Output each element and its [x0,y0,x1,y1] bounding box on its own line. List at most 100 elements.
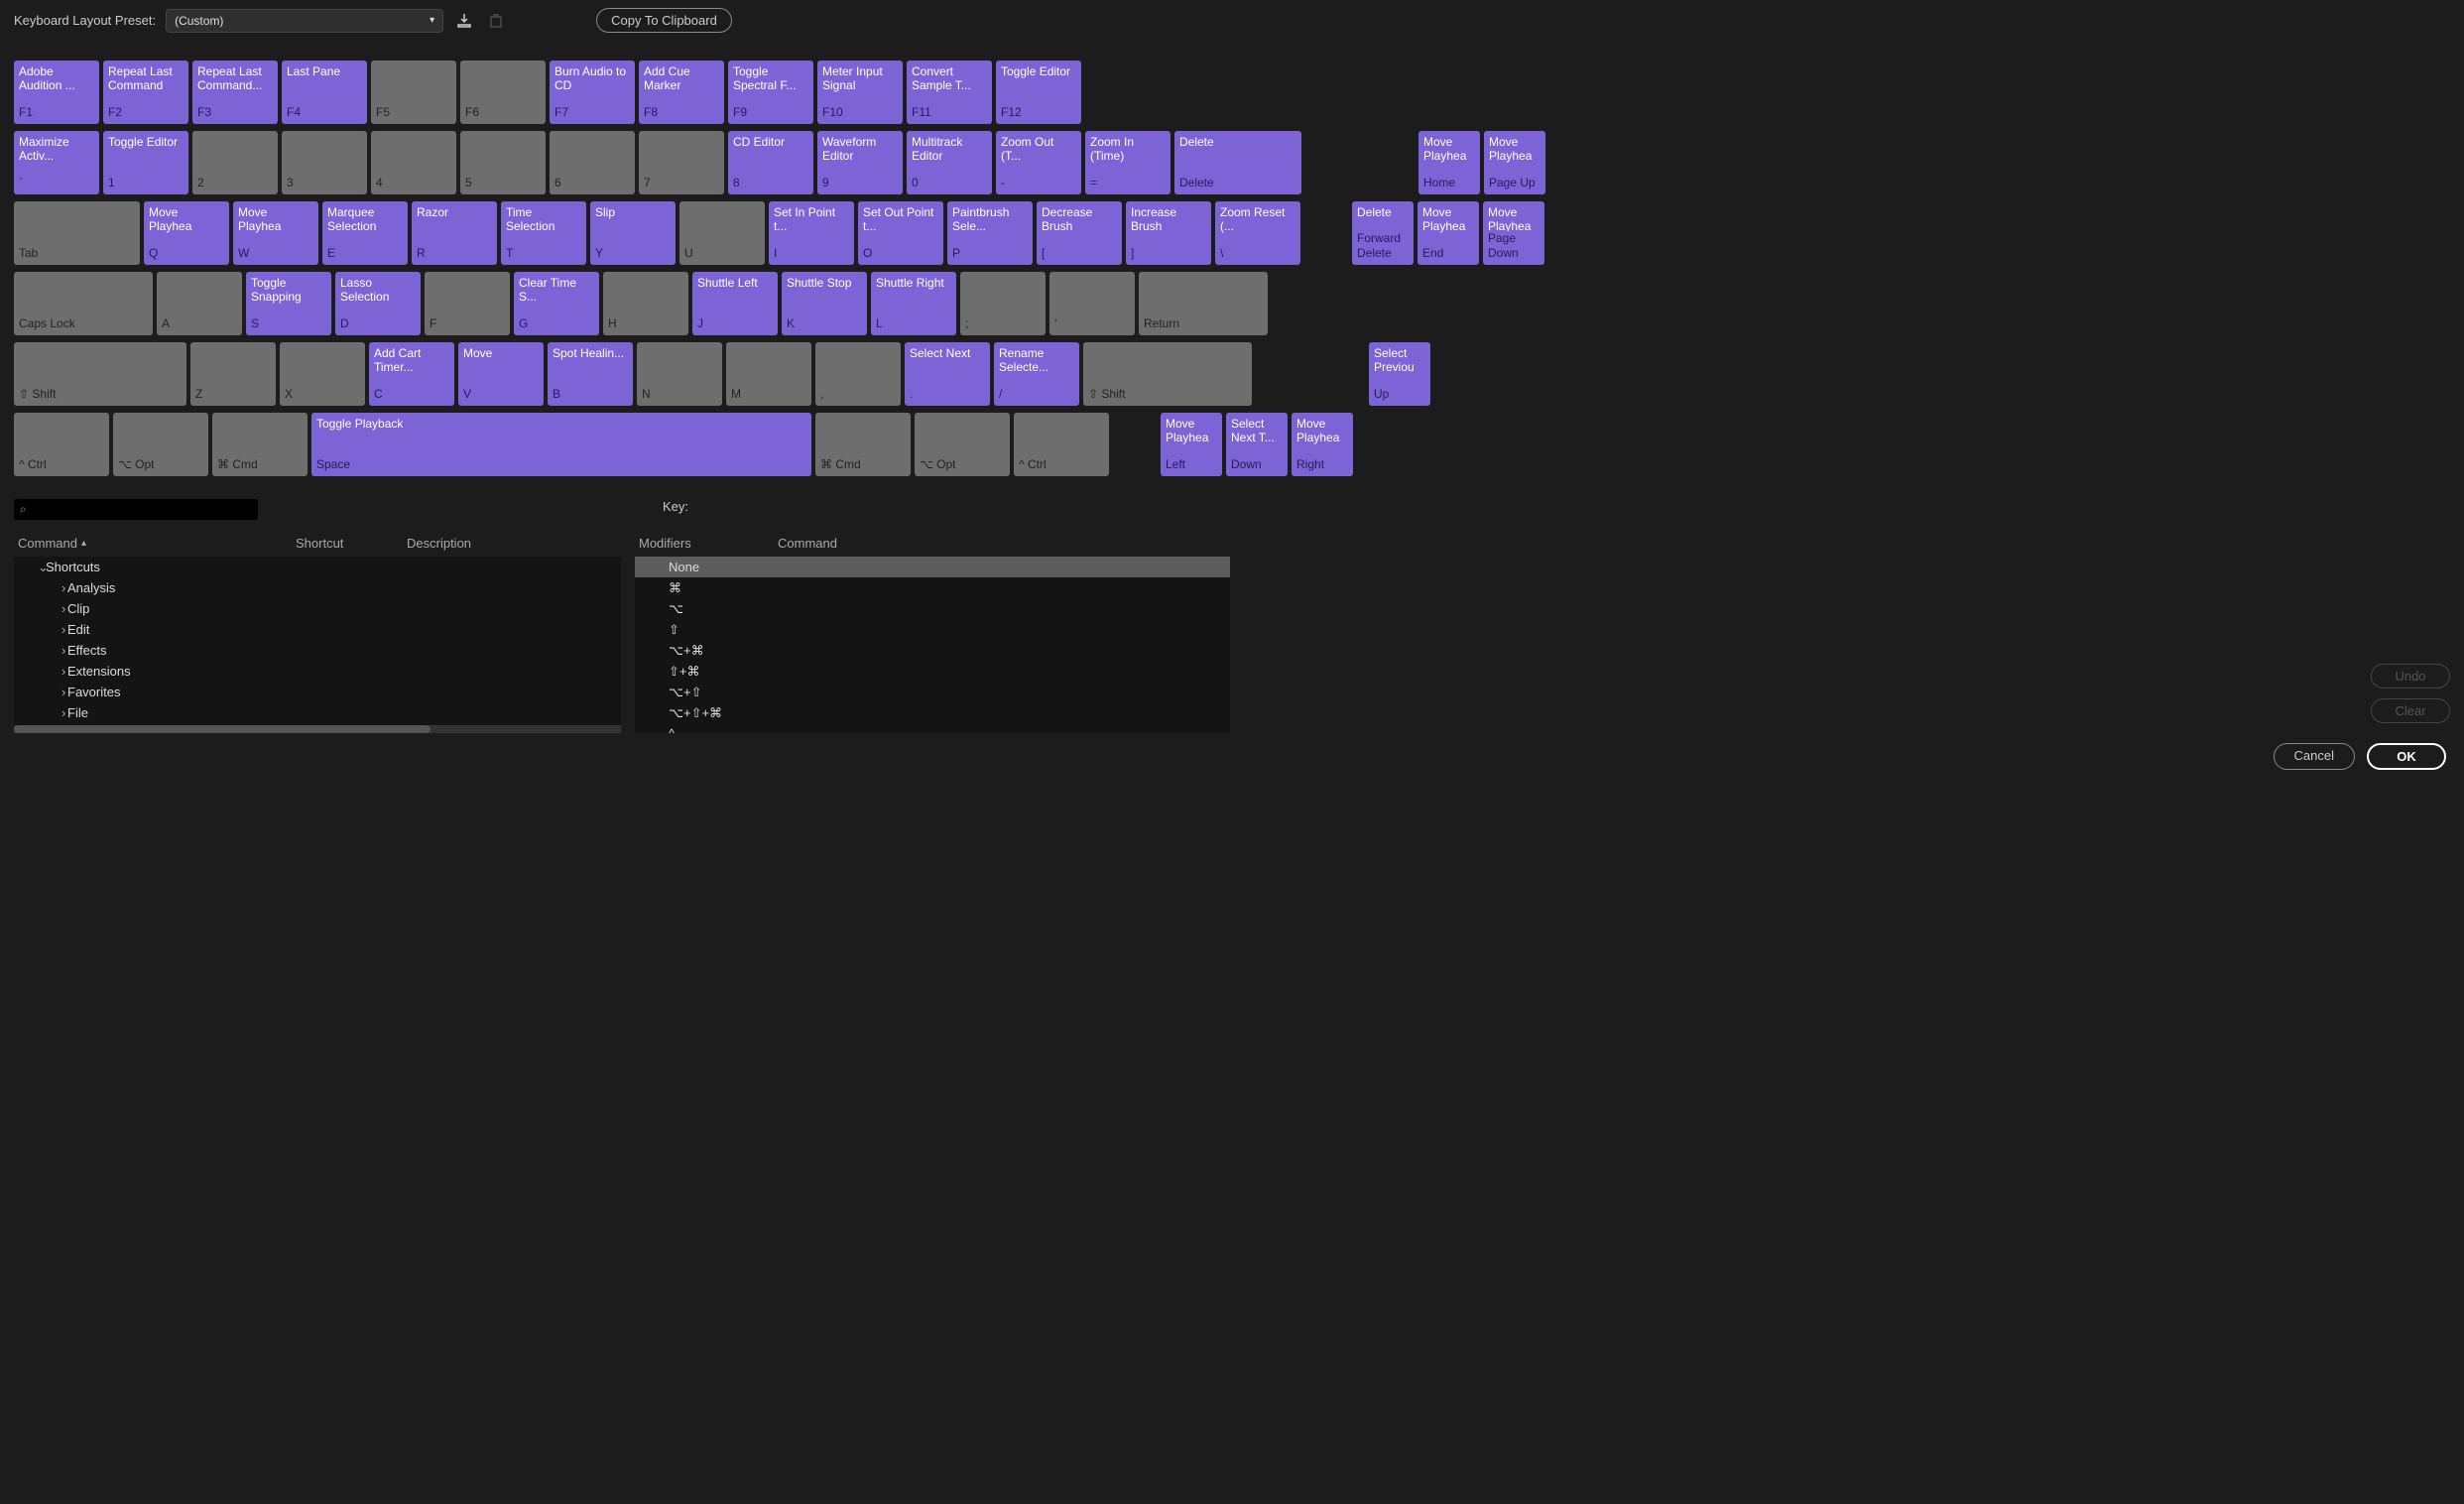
key-f6[interactable]: F6 [460,61,546,124]
cmd-tree-row[interactable]: ›Analysis [14,577,621,598]
key-f7[interactable]: Burn Audio to CDF7 [550,61,635,124]
key-u[interactable]: U [679,201,765,265]
key-d[interactable]: Lasso SelectionD [335,272,421,335]
search-input-container[interactable]: ⌕ [14,499,258,520]
modifier-row[interactable]: ^ [635,723,1230,733]
modifier-row[interactable]: ⌥+⌘ [635,640,1230,661]
key--[interactable]: Zoom Reset (...\ [1215,201,1300,265]
key-a[interactable]: A [157,272,242,335]
key-h[interactable]: H [603,272,688,335]
key-k[interactable]: Shuttle StopK [782,272,867,335]
key--opt[interactable]: ⌥ Opt [915,413,1010,476]
cmd-tree-row[interactable]: ›Effects [14,640,621,661]
key-up[interactable]: Select PreviouUp [1369,342,1430,406]
cmd-tree-row[interactable]: ⌄Shortcuts [14,557,621,577]
key--[interactable]: Maximize Activ...` [14,131,99,194]
h-scrollbar[interactable] [14,725,621,733]
key--[interactable]: Decrease Brush[ [1037,201,1122,265]
key--[interactable]: Rename Selecte.../ [994,342,1079,406]
key-x[interactable]: X [280,342,365,406]
key--[interactable]: Zoom Out (T...- [996,131,1081,194]
key-tab[interactable]: Tab [14,201,140,265]
key-f10[interactable]: Meter Input SignalF10 [817,61,903,124]
key-f11[interactable]: Convert Sample T...F11 [907,61,992,124]
chevron-right-icon[interactable]: › [18,580,62,595]
key-b[interactable]: Spot Healin...B [548,342,633,406]
key-2[interactable]: 2 [192,131,278,194]
key-e[interactable]: Marquee SelectionE [322,201,408,265]
chevron-down-icon[interactable]: ⌄ [18,560,40,575]
key--shift[interactable]: ⇧ Shift [1083,342,1252,406]
key--ctrl[interactable]: ^ Ctrl [14,413,109,476]
key-down[interactable]: Select Next T...Down [1226,413,1288,476]
key-right[interactable]: Move PlayheaRight [1292,413,1353,476]
key-forward-delete[interactable]: DeleteForward Delete [1352,201,1414,265]
key-f8[interactable]: Add Cue MarkerF8 [639,61,724,124]
key-6[interactable]: 6 [550,131,635,194]
key-l[interactable]: Shuttle RightL [871,272,956,335]
key--[interactable]: ' [1049,272,1135,335]
shortcut-header[interactable]: Shortcut [296,536,407,551]
chevron-right-icon[interactable]: › [18,601,62,616]
ok-button[interactable]: OK [2367,743,2446,770]
key-8[interactable]: CD Editor8 [728,131,813,194]
key-g[interactable]: Clear Time S...G [514,272,599,335]
key-i[interactable]: Set In Point t...I [769,201,854,265]
chevron-right-icon[interactable]: › [18,622,62,637]
modifier-row[interactable]: ⌥+⇧ [635,682,1230,702]
key-v[interactable]: MoveV [458,342,544,406]
cmd-tree-row[interactable]: ›File [14,702,621,723]
chevron-right-icon[interactable]: › [18,705,62,720]
key-delete[interactable]: DeleteDelete [1174,131,1301,194]
key-left[interactable]: Move PlayheaLeft [1161,413,1222,476]
mod-command-header[interactable]: Command [778,536,1226,551]
chevron-right-icon[interactable]: › [18,643,62,658]
preset-dropdown[interactable]: (Custom) ▾ [166,9,443,33]
modifier-row[interactable]: ⇧ [635,619,1230,640]
key-n[interactable]: N [637,342,722,406]
cmd-tree-row[interactable]: ›Favorites [14,682,621,702]
key-home[interactable]: Move PlayheaHome [1418,131,1480,194]
command-header[interactable]: Command [18,536,77,551]
key-s[interactable]: Toggle SnappingS [246,272,331,335]
key-page-up[interactable]: Move PlayheaPage Up [1484,131,1545,194]
key-f2[interactable]: Repeat Last CommandF2 [103,61,188,124]
cmd-tree-row[interactable]: ›Clip [14,598,621,619]
key-f[interactable]: F [425,272,510,335]
key-page-down[interactable]: Move PlayheaPage Down [1483,201,1544,265]
cmd-tree-row[interactable]: ›Extensions [14,661,621,682]
key-3[interactable]: 3 [282,131,367,194]
key-p[interactable]: Paintbrush Sele...P [947,201,1033,265]
key-f12[interactable]: Toggle EditorF12 [996,61,1081,124]
modifier-row[interactable]: ⌥ [635,598,1230,619]
key-1[interactable]: Toggle Editor1 [103,131,188,194]
key-end[interactable]: Move PlayheaEnd [1417,201,1479,265]
key-f9[interactable]: Toggle Spectral F...F9 [728,61,813,124]
modifier-row[interactable]: None [635,557,1230,577]
key-5[interactable]: 5 [460,131,546,194]
cmd-tree-row[interactable]: ›Edit [14,619,621,640]
key-f4[interactable]: Last PaneF4 [282,61,367,124]
key-o[interactable]: Set Out Point t...O [858,201,943,265]
modifier-row[interactable]: ⌥+⇧+⌘ [635,702,1230,723]
key--ctrl[interactable]: ^ Ctrl [1014,413,1109,476]
chevron-right-icon[interactable]: › [18,685,62,699]
modifiers-header[interactable]: Modifiers [639,536,778,551]
key-7[interactable]: 7 [639,131,724,194]
modifier-row[interactable]: ⇧+⌘ [635,661,1230,682]
key--[interactable]: ; [960,272,1046,335]
key-c[interactable]: Add Cart Timer...C [369,342,454,406]
key-caps-lock[interactable]: Caps Lock [14,272,153,335]
key--cmd[interactable]: ⌘ Cmd [815,413,911,476]
key-z[interactable]: Z [190,342,276,406]
key-r[interactable]: RazorR [412,201,497,265]
key-q[interactable]: Move PlayheaQ [144,201,229,265]
key-return[interactable]: Return [1139,272,1268,335]
key-w[interactable]: Move PlayheaW [233,201,318,265]
key-t[interactable]: Time SelectionT [501,201,586,265]
key--[interactable]: , [815,342,901,406]
key--opt[interactable]: ⌥ Opt [113,413,208,476]
search-input[interactable] [33,503,252,517]
key-f1[interactable]: Adobe Audition ...F1 [14,61,99,124]
key-0[interactable]: Multitrack Editor0 [907,131,992,194]
